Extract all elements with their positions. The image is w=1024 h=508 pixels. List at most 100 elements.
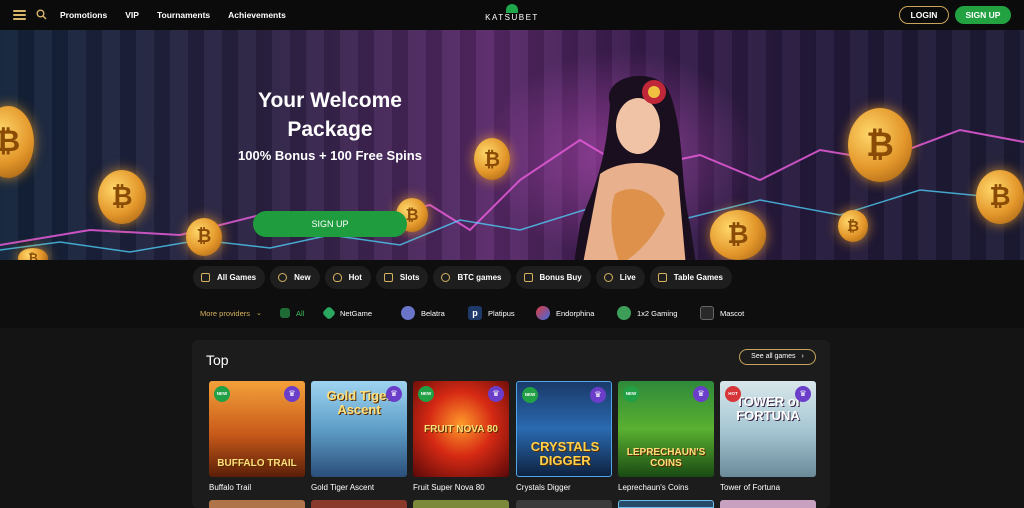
crown-icon[interactable]: ♛ bbox=[284, 386, 300, 402]
live-icon bbox=[603, 273, 613, 282]
grid-icon bbox=[201, 273, 210, 282]
nav-tournaments[interactable]: Tournaments bbox=[157, 10, 210, 20]
game-title[interactable]: Fruit Super Nova 80 bbox=[413, 483, 485, 492]
login-button[interactable]: LOGIN bbox=[899, 6, 949, 24]
main-nav: Promotions VIP Tournaments Achievements bbox=[60, 0, 286, 30]
nav-vip[interactable]: VIP bbox=[125, 10, 139, 20]
game-tile-next-row[interactable] bbox=[311, 500, 407, 508]
tab-all-games[interactable]: All Games bbox=[193, 266, 266, 289]
tab-label: New bbox=[294, 273, 311, 282]
provider-endorphina[interactable]: Endorphina bbox=[536, 306, 594, 320]
fire-icon bbox=[332, 273, 342, 282]
see-all-label: See all games bbox=[751, 353, 796, 360]
top-navigation-bar: Promotions VIP Tournaments Achievements … bbox=[0, 0, 1024, 30]
provider-platipus[interactable]: p Platipus bbox=[468, 306, 515, 320]
new-badge: NEW bbox=[418, 386, 434, 402]
provider-all[interactable]: All bbox=[280, 306, 304, 320]
slots-icon bbox=[383, 273, 393, 282]
game-tile-buffalo-trail[interactable]: BUFFALO TRAIL NEW ♛ bbox=[209, 381, 305, 477]
bitcoin-coin-icon: ₿ bbox=[838, 210, 868, 242]
provider-label: NetGame bbox=[340, 308, 373, 318]
belatra-logo-icon bbox=[401, 306, 415, 320]
category-tabs: All Games New Hot Slots BTC games Bonus … bbox=[193, 266, 732, 289]
cards-icon bbox=[657, 273, 667, 282]
game-tile-gold-tiger-ascent[interactable]: Gold Tiger Ascent ♛ bbox=[311, 381, 407, 477]
new-badge: NEW bbox=[623, 386, 639, 402]
bitcoin-coin-icon: ₿ bbox=[474, 138, 510, 180]
game-tile-leprechauns-coins[interactable]: LEPRECHAUN'S COINS NEW ♛ bbox=[618, 381, 714, 477]
hero-banner: ₿ ₿ ₿ ₿ ₿ ₿ ₿ ₿ ₿ ₿ Your Welcome Package… bbox=[0, 30, 1024, 260]
provider-netgame[interactable]: NetGame bbox=[321, 305, 373, 321]
tab-bonus-buy[interactable]: Bonus Buy bbox=[515, 266, 591, 289]
tab-label: Table Games bbox=[673, 273, 723, 282]
provider-label: Mascot bbox=[720, 308, 745, 318]
hero-character-illustration bbox=[574, 75, 696, 260]
logo-text: KATSUBET bbox=[485, 13, 539, 22]
signup-button[interactable]: SIGN UP bbox=[955, 6, 1011, 24]
site-logo[interactable]: KATSUBET bbox=[484, 4, 540, 24]
grid-icon bbox=[280, 308, 290, 318]
mascot-logo-icon bbox=[700, 306, 714, 320]
tab-table-games[interactable]: Table Games bbox=[649, 266, 732, 289]
bitcoin-coin-icon: ₿ bbox=[710, 210, 766, 260]
game-title[interactable]: Leprechaun's Coins bbox=[618, 483, 688, 492]
game-tile-next-row[interactable] bbox=[720, 500, 816, 508]
provider-label: Endorphina bbox=[556, 308, 595, 318]
game-title[interactable]: Gold Tiger Ascent bbox=[311, 483, 374, 492]
game-tile-next-row[interactable] bbox=[618, 500, 714, 508]
new-badge: NEW bbox=[522, 387, 538, 403]
logo-mark bbox=[506, 4, 518, 13]
provider-label: All bbox=[296, 308, 305, 318]
game-tile-tower-of-fortuna[interactable]: TOWER of FORTUNA HOT ♛ bbox=[720, 381, 816, 477]
bitcoin-coin-icon: ₿ bbox=[186, 218, 222, 256]
tab-label: Live bbox=[619, 273, 636, 282]
crown-icon[interactable]: ♛ bbox=[795, 386, 811, 402]
provider-label: Platipus bbox=[488, 308, 515, 318]
crown-icon[interactable]: ♛ bbox=[386, 386, 402, 402]
hero-title-line-2: Package bbox=[287, 118, 373, 141]
game-title[interactable]: Tower of Fortuna bbox=[720, 483, 780, 492]
more-providers-label: More providers bbox=[200, 308, 251, 318]
provider-1x2-gaming[interactable]: 1x2 Gaming bbox=[617, 306, 677, 320]
provider-mascot[interactable]: Mascot bbox=[700, 306, 744, 320]
crown-icon[interactable]: ♛ bbox=[693, 386, 709, 402]
tab-label: Slots bbox=[399, 273, 420, 282]
game-title[interactable]: Buffalo Trail bbox=[209, 483, 251, 492]
endorphina-logo-icon bbox=[536, 306, 550, 320]
1x2-gaming-logo-icon bbox=[617, 306, 631, 320]
see-all-games-button[interactable]: See all games › bbox=[739, 349, 816, 365]
tab-live[interactable]: Live bbox=[595, 266, 645, 289]
provider-label: Belatra bbox=[421, 308, 445, 318]
platipus-logo-icon: p bbox=[468, 306, 482, 320]
chevron-down-icon: ⌄ bbox=[256, 310, 262, 317]
tab-hot[interactable]: Hot bbox=[324, 266, 371, 289]
provider-label: 1x2 Gaming bbox=[637, 308, 678, 318]
tab-new[interactable]: New bbox=[270, 266, 320, 289]
game-tile-next-row[interactable] bbox=[209, 500, 305, 508]
tab-btc-games[interactable]: BTC games bbox=[433, 266, 511, 289]
hero-title-line-1: Your Welcome bbox=[258, 89, 402, 112]
hamburger-menu-icon[interactable] bbox=[13, 10, 26, 20]
bitcoin-coin-icon: ₿ bbox=[848, 108, 912, 182]
game-tile-crystals-digger[interactable]: CRYSTALS DIGGER NEW ♛ bbox=[516, 381, 612, 477]
more-providers-dropdown[interactable]: More providers ⌄ bbox=[200, 306, 262, 320]
game-tile-next-row[interactable] bbox=[516, 500, 612, 508]
tab-label: All Games bbox=[217, 273, 257, 282]
game-tile-fruit-super-nova-80[interactable]: FRUIT NOVA 80 NEW ♛ bbox=[413, 381, 509, 477]
gift-icon bbox=[523, 273, 533, 282]
game-tile-next-row[interactable] bbox=[413, 500, 509, 508]
crown-icon[interactable]: ♛ bbox=[590, 387, 606, 403]
section-title: Top bbox=[206, 352, 229, 368]
hot-badge: HOT bbox=[725, 386, 741, 402]
tab-slots[interactable]: Slots bbox=[375, 266, 429, 289]
new-badge: NEW bbox=[214, 386, 230, 402]
provider-belatra[interactable]: Belatra bbox=[401, 306, 445, 320]
nav-promotions[interactable]: Promotions bbox=[60, 10, 107, 20]
game-title[interactable]: Crystals Digger bbox=[516, 483, 571, 492]
tab-label: Hot bbox=[348, 273, 362, 282]
search-icon[interactable] bbox=[36, 9, 47, 20]
crown-icon[interactable]: ♛ bbox=[488, 386, 504, 402]
hero-subtitle: 100% Bonus + 100 Free Spins bbox=[238, 148, 422, 163]
nav-achievements[interactable]: Achievements bbox=[228, 10, 286, 20]
hero-signup-button[interactable]: SIGN UP bbox=[253, 211, 407, 237]
